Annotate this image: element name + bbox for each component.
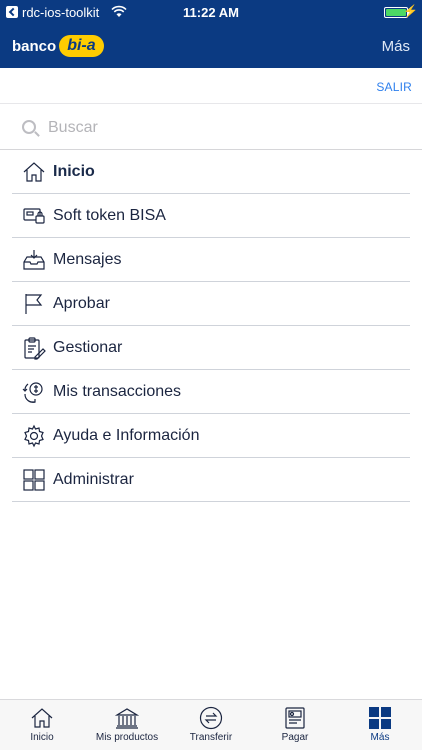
transactions-icon [22, 382, 43, 403]
tab-label: Más [370, 732, 390, 743]
logout-button[interactable]: SALIR [376, 80, 412, 94]
gear-icon [24, 424, 44, 448]
menu-item-label: Aprobar [53, 295, 110, 312]
menu-item-gestionar[interactable]: Gestionar [12, 326, 410, 370]
bill-icon [285, 707, 305, 729]
menu-item-label: Mensajes [53, 251, 122, 268]
menu-item-mis-transacciones[interactable]: Mis transacciones [12, 370, 410, 414]
home-icon [23, 162, 45, 182]
more-link[interactable]: Más [382, 38, 410, 55]
tab-inicio[interactable]: Inicio [0, 700, 84, 750]
tab-label: Mis productos [95, 732, 159, 743]
menu-item-label: Inicio [53, 163, 95, 180]
menu-item-label: Gestionar [53, 339, 123, 356]
bank-logo: banco bi-a [12, 35, 104, 57]
charging-icon: ⚡ [403, 4, 418, 18]
token-icon [23, 208, 45, 224]
logo-word: banco [12, 37, 57, 55]
inbox-icon [23, 250, 45, 270]
session-bar: SALIR [0, 68, 422, 104]
menu-item-soft-token[interactable]: Soft token BISA [12, 194, 410, 238]
menu-item-label: Mis transacciones [53, 383, 182, 400]
tab-label: Transferir [189, 732, 233, 743]
tab-pagar[interactable]: Pagar [252, 700, 338, 750]
menu-item-ayuda[interactable]: Ayuda e Información [12, 414, 410, 458]
home-icon [31, 708, 53, 728]
status-bar: rdc-ios-toolkit 11:22 AM ⚡ [0, 0, 422, 24]
grid-icon [369, 707, 391, 729]
flag-icon [25, 294, 43, 314]
tab-transferir[interactable]: Transferir [170, 700, 252, 750]
menu-item-label: Soft token BISA [53, 207, 166, 224]
logo-brand: bi-a [59, 35, 104, 57]
tab-label: Inicio [30, 732, 54, 743]
tab-mas[interactable]: Más [338, 700, 422, 750]
clipboard-edit-icon [24, 337, 46, 360]
tab-mis-productos[interactable]: Mis productos [84, 700, 170, 750]
menu-item-label: Ayuda e Información [53, 427, 200, 444]
bottom-tab-bar: Inicio Mis productos Transferir Pagar Má… [0, 699, 422, 750]
search-input[interactable] [48, 116, 388, 140]
app-header: rdc-ios-toolkit 11:22 AM ⚡ banco bi-a Má… [0, 0, 422, 68]
menu-item-label: Administrar [53, 471, 134, 488]
transfer-icon [199, 706, 223, 730]
tab-label: Pagar [281, 732, 309, 743]
menu-item-administrar[interactable]: Administrar [12, 458, 410, 502]
menu-item-aprobar[interactable]: Aprobar [12, 282, 410, 326]
bank-icon [115, 708, 139, 729]
menu-item-inicio[interactable]: Inicio [12, 150, 410, 194]
main-menu: Inicio Soft token BISA Mensajes Aprobar … [12, 150, 410, 502]
status-time: 11:22 AM [183, 5, 239, 20]
menu-item-mensajes[interactable]: Mensajes [12, 238, 410, 282]
grid-icon [23, 469, 45, 491]
search-bar [0, 104, 422, 150]
search-icon [22, 120, 36, 134]
